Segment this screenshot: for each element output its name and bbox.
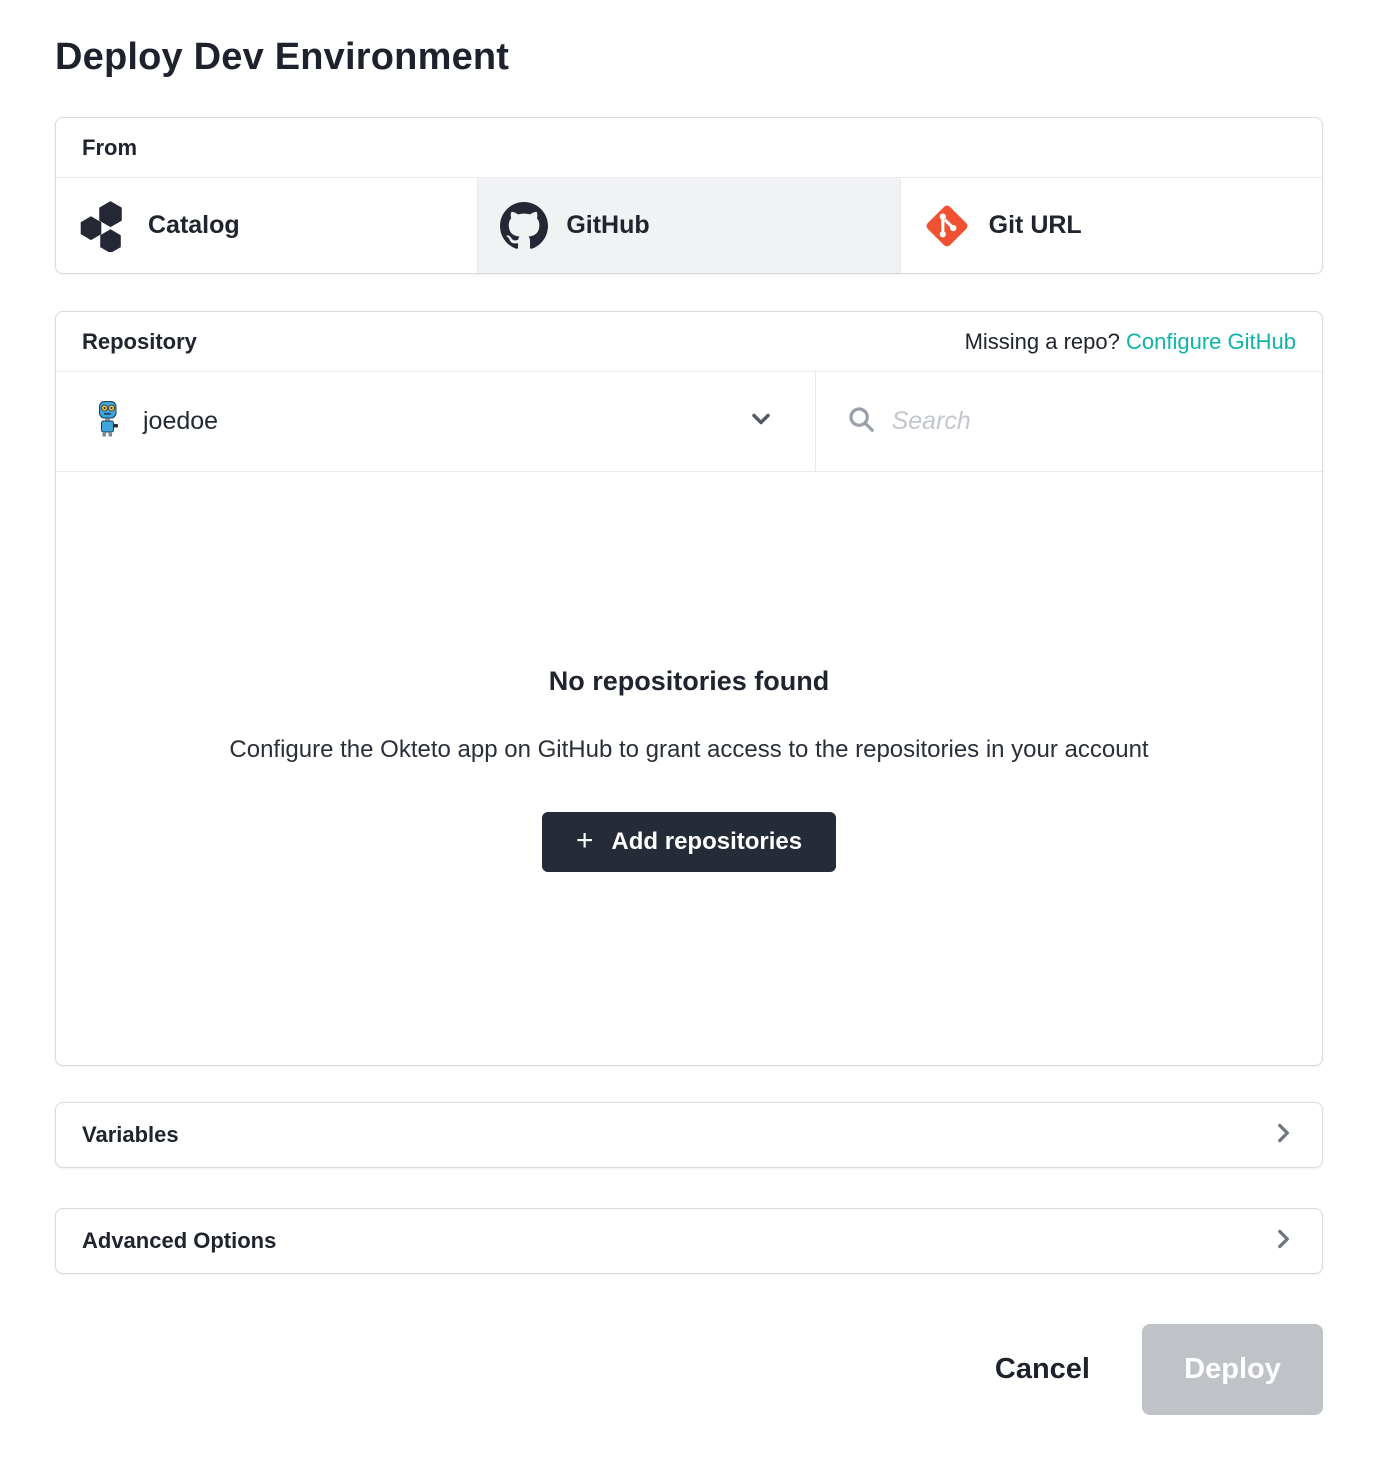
page-title: Deploy Dev Environment [55, 36, 1323, 79]
tab-git-url-label: Git URL [989, 211, 1082, 240]
repository-label: Repository [82, 329, 197, 355]
tab-git-url[interactable]: Git URL [900, 178, 1322, 273]
plus-icon: + [576, 826, 594, 856]
hexagon-cluster-icon [78, 200, 130, 252]
repository-empty-state: No repositories found Configure the Okte… [56, 472, 1322, 1065]
empty-state-title: No repositories found [549, 666, 830, 697]
repository-section: Repository Missing a repo? Configure Git… [55, 311, 1323, 1066]
deploy-dialog: Deploy Dev Environment From Catalog [0, 0, 1378, 1465]
github-octocat-icon [500, 202, 548, 250]
repository-search [816, 372, 1322, 471]
chevron-right-icon [1270, 1226, 1296, 1257]
search-input[interactable] [892, 407, 1292, 436]
variables-section-wrap: Variables [55, 1102, 1323, 1168]
missing-repo-text: Missing a repo? Configure GitHub [965, 329, 1296, 355]
dialog-footer: Cancel Deploy [55, 1324, 1323, 1415]
advanced-options-toggle[interactable]: Advanced Options [55, 1208, 1323, 1274]
account-dropdown-value: joedoe [143, 407, 725, 436]
configure-github-link[interactable]: Configure GitHub [1126, 329, 1296, 354]
repository-header: Repository Missing a repo? Configure Git… [56, 312, 1322, 372]
chevron-down-icon [747, 405, 775, 438]
chevron-right-icon [1270, 1120, 1296, 1151]
from-section: From Catalog [55, 117, 1323, 274]
variables-section-toggle[interactable]: Variables [55, 1102, 1323, 1168]
search-icon [846, 404, 876, 439]
add-repositories-button[interactable]: + Add repositories [542, 812, 836, 872]
account-dropdown[interactable]: joedoe [56, 372, 816, 471]
from-header: From [56, 118, 1322, 178]
variables-label: Variables [82, 1122, 179, 1148]
empty-state-description: Configure the Okteto app on GitHub to gr… [229, 736, 1148, 764]
tab-catalog-label: Catalog [148, 211, 240, 240]
tab-catalog[interactable]: Catalog [56, 178, 477, 273]
advanced-options-label: Advanced Options [82, 1228, 276, 1254]
tab-github-label: GitHub [566, 211, 649, 240]
from-label: From [82, 135, 137, 161]
source-tabs: Catalog GitHub [56, 178, 1322, 273]
tab-github[interactable]: GitHub [477, 178, 899, 273]
advanced-options-wrap: Advanced Options [55, 1208, 1323, 1274]
cancel-button[interactable]: Cancel [995, 1353, 1090, 1386]
git-diamond-icon [923, 202, 971, 250]
robot-avatar [96, 400, 121, 443]
deploy-button[interactable]: Deploy [1142, 1324, 1323, 1415]
repository-picker-row: joedoe [56, 372, 1322, 472]
add-repositories-label: Add repositories [611, 828, 802, 856]
